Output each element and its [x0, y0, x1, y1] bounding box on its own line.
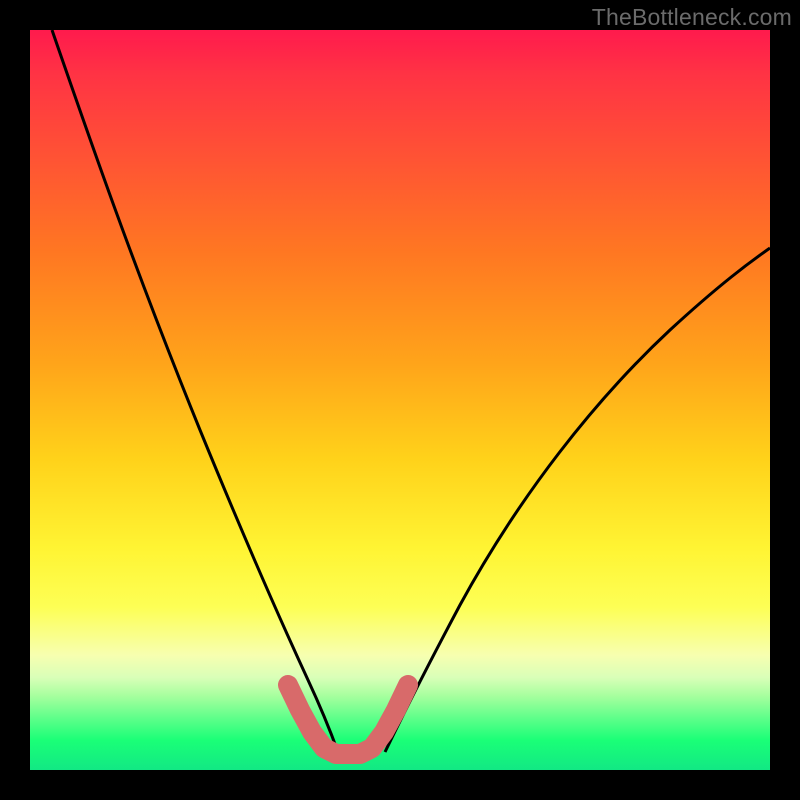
right-curve	[385, 248, 770, 752]
curve-layer	[30, 30, 770, 770]
left-curve	[52, 30, 338, 752]
watermark-text: TheBottleneck.com	[592, 4, 792, 31]
chart-frame: TheBottleneck.com	[0, 0, 800, 800]
plot-area	[30, 30, 770, 770]
